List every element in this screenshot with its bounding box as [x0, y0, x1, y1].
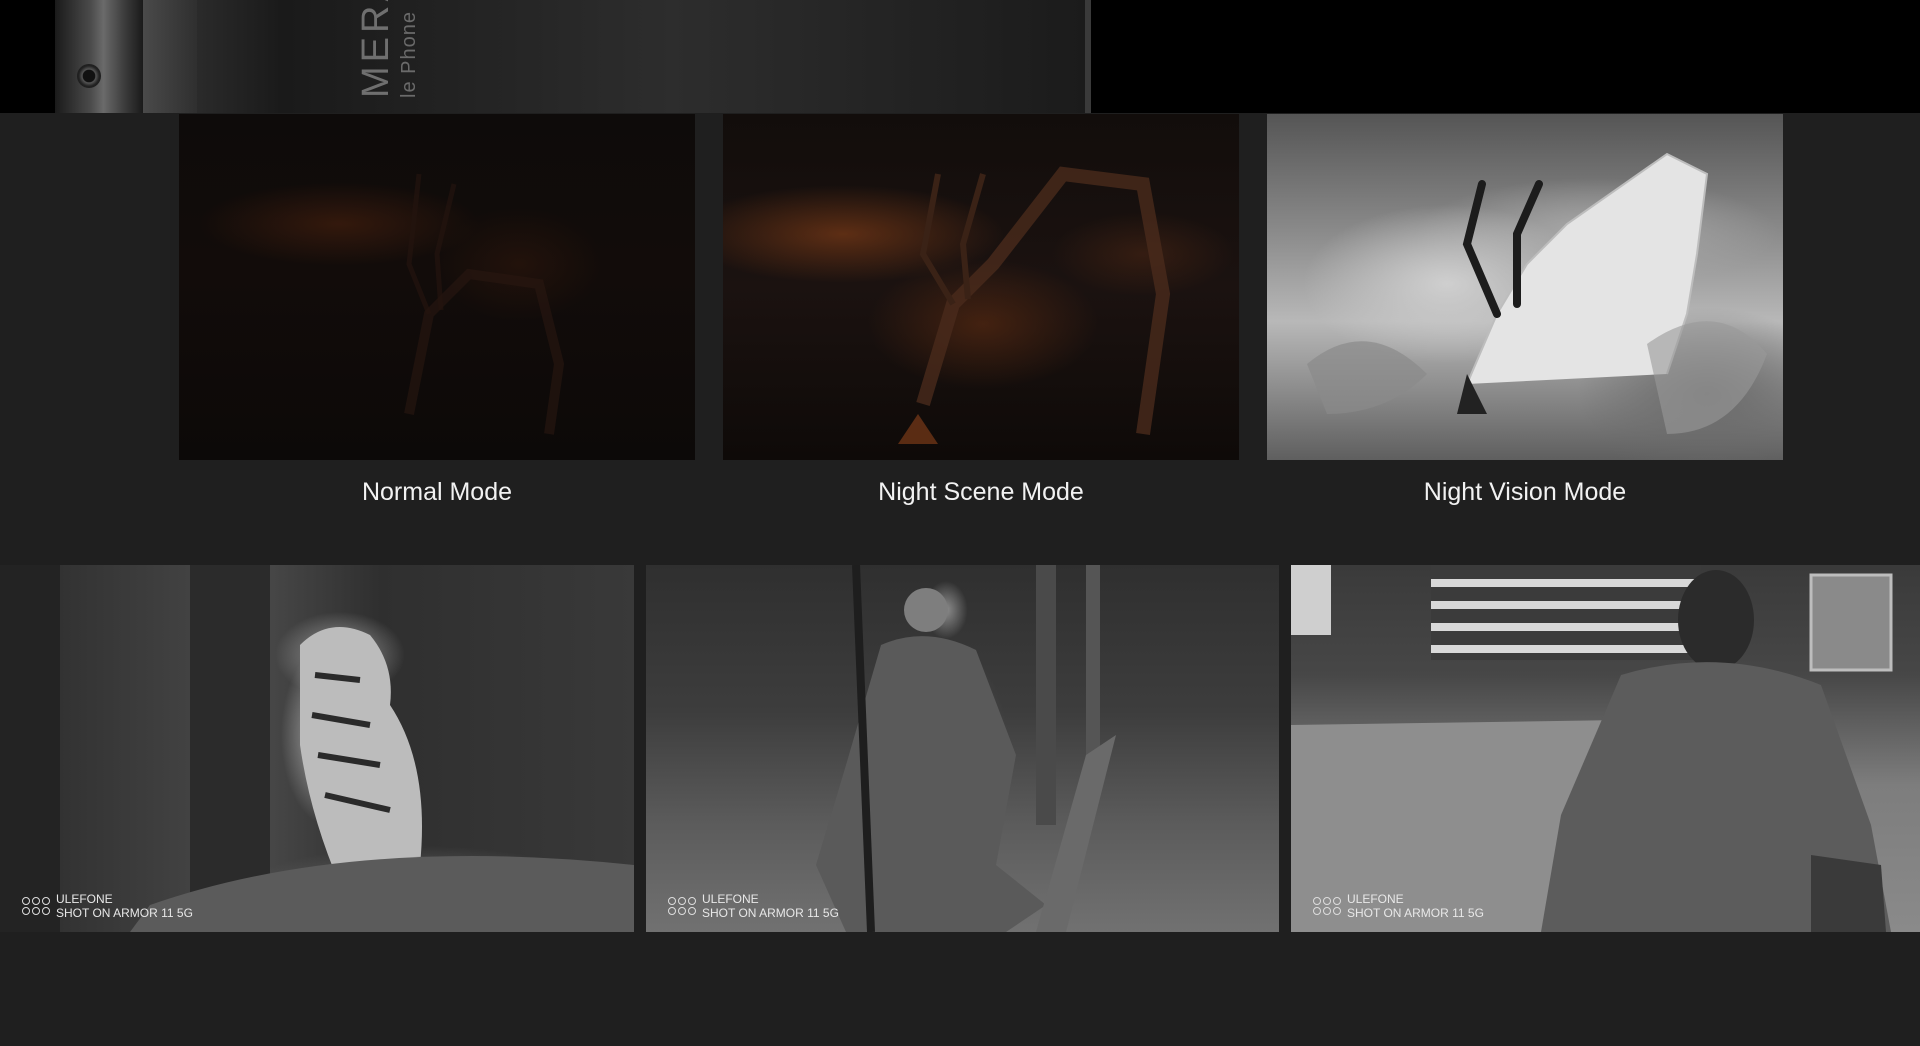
normal-mode-image: [179, 114, 695, 460]
watermark-brand: ULEFONE: [56, 892, 113, 906]
gazelle-night-icon: [898, 166, 1171, 444]
tiger-figure-icon: [0, 565, 634, 932]
phone-text-small: le Phone: [398, 11, 420, 98]
normal-mode-label: Normal Mode: [361, 478, 513, 506]
watermark-caption: SHOT ON ARMOR 11 5G: [1347, 906, 1484, 920]
watermark-brand: ULEFONE: [702, 892, 759, 906]
watermark-logo-icon: [22, 897, 50, 915]
watermark-caption: SHOT ON ARMOR 11 5G: [56, 906, 193, 920]
page: MERA le Phone Normal Mode Night Scene Mo…: [0, 0, 1920, 1046]
night-vision-mode-label: Night Vision Mode: [1423, 478, 1627, 506]
top-banner: MERA le Phone: [0, 0, 1920, 113]
hunter-photo: ULEFONE SHOT ON ARMOR 11 5G: [646, 565, 1279, 932]
watermark-caption: SHOT ON ARMOR 11 5G: [702, 906, 839, 920]
night-vision-mode-image: [1267, 114, 1783, 460]
gazelle-bw-icon: [1307, 152, 1767, 434]
phone-side-rail: [55, 0, 143, 113]
phone-camera-bump: [143, 0, 197, 113]
watermark: ULEFONE SHOT ON ARMOR 11 5G: [1313, 892, 1484, 920]
watermark-logo-icon: [668, 897, 696, 915]
night-scene-mode-image: [723, 114, 1239, 460]
phone-button-icon: [77, 64, 101, 88]
phone-image: MERA le Phone: [55, 0, 1091, 113]
phone-engraved-text: MERA le Phone: [355, 0, 421, 98]
phone-text-big: MERA: [355, 0, 397, 98]
hunter-figure-icon: [816, 565, 1116, 932]
watermark: ULEFONE SHOT ON ARMOR 11 5G: [668, 892, 839, 920]
watermark-logo-icon: [1313, 897, 1341, 915]
gazelle-silhouette-icon: [404, 173, 565, 435]
watermark-brand: ULEFONE: [1347, 892, 1404, 906]
man-figure-icon: [1291, 565, 1893, 932]
night-scene-mode-label: Night Scene Mode: [878, 478, 1084, 506]
watermark: ULEFONE SHOT ON ARMOR 11 5G: [22, 892, 193, 920]
man-photo: ULEFONE SHOT ON ARMOR 11 5G: [1291, 565, 1920, 932]
tiger-photo: ULEFONE SHOT ON ARMOR 11 5G: [0, 565, 634, 932]
